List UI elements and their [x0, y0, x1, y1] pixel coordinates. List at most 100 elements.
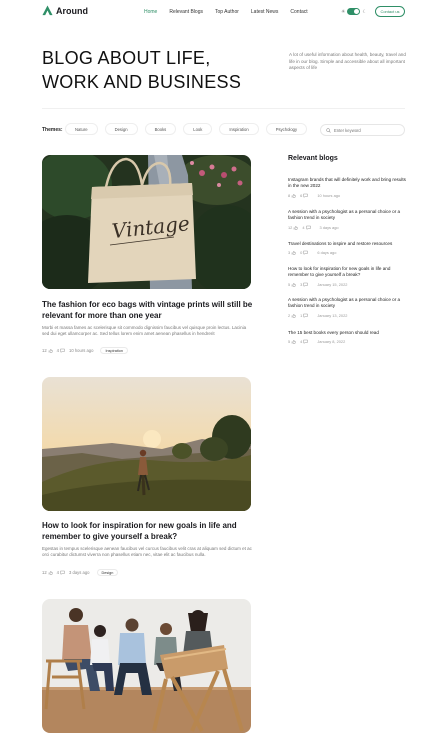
- chip-nature[interactable]: Nature: [65, 123, 98, 135]
- likes-count[interactable]: 8: [288, 193, 296, 198]
- relevant-blog-title[interactable]: A session with a psychologist as a perso…: [288, 209, 406, 222]
- nav-relevant-blogs[interactable]: Relevant Blogs: [169, 9, 203, 15]
- theme-chips: Nature Design Books Look Inspiration Psy…: [65, 123, 308, 135]
- site-header: Around Home Relevant Blogs Top Author La…: [0, 0, 448, 26]
- relevant-blog-title[interactable]: Travel destinations to inspire and resto…: [288, 241, 406, 247]
- post-tag[interactable]: Design: [96, 569, 119, 576]
- post-tag[interactable]: Inspiration: [100, 347, 128, 354]
- relevant-blog-date: 3 days ago: [319, 224, 339, 230]
- comments-count[interactable]: 4: [302, 224, 311, 230]
- like-icon: [291, 192, 296, 198]
- theme-switch[interactable]: [347, 8, 361, 15]
- likes-count[interactable]: 5: [288, 282, 296, 287]
- title-line-1: BLOG ABOUT LIFE,: [42, 48, 211, 68]
- post-meta: 12 4 3 days ago Design: [42, 569, 119, 576]
- post-image-eco-bag[interactable]: Vintage: [42, 155, 251, 289]
- likes-count[interactable]: 12: [288, 224, 299, 230]
- post-image-inspiration[interactable]: [42, 377, 251, 511]
- likes-value: 3: [288, 250, 291, 256]
- relevant-blog-title[interactable]: The 15 best books every person should re…: [288, 330, 406, 336]
- relevant-blog-item[interactable]: How to look for inspiration for new goal…: [288, 266, 406, 287]
- relevant-blog-title[interactable]: How to look for inspiration for new goal…: [288, 266, 406, 279]
- search-box[interactable]: [320, 124, 405, 136]
- comments-value: 4: [56, 348, 60, 353]
- eco-bag-photo: Vintage: [42, 155, 251, 289]
- likes-value: 5: [288, 339, 291, 345]
- comment-icon: [303, 313, 309, 318]
- comments-value: 3: [300, 281, 303, 287]
- chip-books[interactable]: Books: [144, 123, 177, 135]
- hill-sunset-photo: [42, 377, 251, 511]
- relevant-blog-item[interactable]: Instagram brands that will definitely wo…: [288, 177, 406, 198]
- comment-icon: [303, 282, 309, 287]
- like-icon: [291, 250, 296, 256]
- comments-count[interactable]: 6: [300, 193, 309, 198]
- likes-count[interactable]: 5: [288, 339, 296, 344]
- comments-count[interactable]: 4: [57, 570, 65, 575]
- post-title[interactable]: The fashion for eco bags with vintage pr…: [42, 300, 254, 321]
- post-title[interactable]: How to look for inspiration for new goal…: [42, 521, 254, 542]
- likes-count[interactable]: 2: [288, 313, 296, 318]
- likes-count[interactable]: 12: [42, 570, 53, 575]
- chip-inspiration[interactable]: Inspiration: [219, 123, 259, 135]
- comments-count[interactable]: 1: [300, 313, 309, 318]
- relevant-blog-item[interactable]: A session with a psychologist as a perso…: [288, 297, 406, 318]
- search-icon: [326, 127, 331, 133]
- likes-value: 12: [42, 348, 47, 353]
- like-icon: [48, 348, 53, 353]
- like-icon: [291, 281, 296, 287]
- comment-icon: [303, 193, 309, 198]
- relevant-blog-date: January 15, 2022: [317, 281, 348, 287]
- comments-value: 4: [302, 224, 305, 230]
- relevant-blog-meta: 8 6 10 hours ago: [288, 193, 406, 198]
- sun-icon: ☀: [341, 8, 346, 15]
- comment-icon: [303, 340, 309, 345]
- likes-value: 12: [288, 224, 293, 230]
- moon-icon: ☾: [362, 8, 367, 15]
- logo-text: Around: [56, 5, 88, 16]
- like-icon: [294, 224, 299, 230]
- contact-us-button[interactable]: Contact us: [375, 6, 405, 17]
- comments-value: 0: [300, 250, 303, 256]
- divider: [42, 108, 405, 109]
- post-meta: 12 4 10 hours ago Inspiration: [42, 347, 128, 354]
- chip-look[interactable]: Look: [183, 123, 213, 135]
- relevant-blog-date: 6 days ago: [317, 250, 337, 256]
- relevant-blog-meta: 5 3 January 15, 2022: [288, 282, 406, 287]
- comments-value: 4: [56, 570, 60, 575]
- nav-contact[interactable]: Contact: [290, 9, 307, 15]
- post-excerpt: Morbi et massa fames ac scelerisque sit …: [42, 325, 247, 337]
- relevant-blog-title[interactable]: A session with a psychologist as a perso…: [288, 297, 406, 310]
- relevant-blog-date: January 8, 2022: [317, 339, 346, 345]
- group-session-photo: [42, 599, 251, 733]
- likes-count[interactable]: 3: [288, 250, 296, 255]
- comments-count[interactable]: 4: [300, 339, 309, 345]
- logo-icon: [42, 5, 53, 16]
- main-nav: Home Relevant Blogs Top Author Latest Ne…: [144, 9, 320, 15]
- relevant-blog-title[interactable]: Instagram brands that will definitely wo…: [288, 177, 406, 190]
- relevant-blog-item[interactable]: The 15 best books every person should re…: [288, 330, 406, 345]
- relevant-blog-meta: 3 0 6 days ago: [288, 250, 406, 256]
- comments-count[interactable]: 4: [57, 348, 65, 353]
- logo[interactable]: Around: [42, 5, 88, 16]
- search-input[interactable]: [334, 127, 394, 133]
- comments-count[interactable]: 3: [300, 281, 309, 287]
- relevant-blog-date: January 13, 2022: [317, 312, 348, 318]
- nav-latest-news[interactable]: Latest News: [251, 9, 279, 15]
- sidebar-title: Relevant blogs: [288, 155, 338, 162]
- comments-count[interactable]: 0: [300, 250, 309, 256]
- chip-design[interactable]: Design: [104, 123, 138, 135]
- likes-count[interactable]: 12: [42, 348, 53, 353]
- post-image-group-session[interactable]: [42, 599, 251, 733]
- chip-psychology[interactable]: Psychology: [265, 123, 308, 135]
- comment-icon: [303, 251, 309, 256]
- comment-icon: [305, 225, 311, 230]
- page-title: BLOG ABOUT LIFE, WORK AND BUSINESS: [42, 46, 282, 94]
- theme-toggle[interactable]: ☀ ☾: [341, 8, 367, 15]
- comment-icon: [60, 348, 65, 353]
- relevant-blog-item[interactable]: A session with a psychologist as a perso…: [288, 209, 406, 230]
- nav-top-author[interactable]: Top Author: [215, 9, 239, 15]
- likes-value: 2: [288, 312, 291, 318]
- relevant-blog-item[interactable]: Travel destinations to inspire and resto…: [288, 241, 406, 256]
- nav-home[interactable]: Home: [144, 9, 157, 15]
